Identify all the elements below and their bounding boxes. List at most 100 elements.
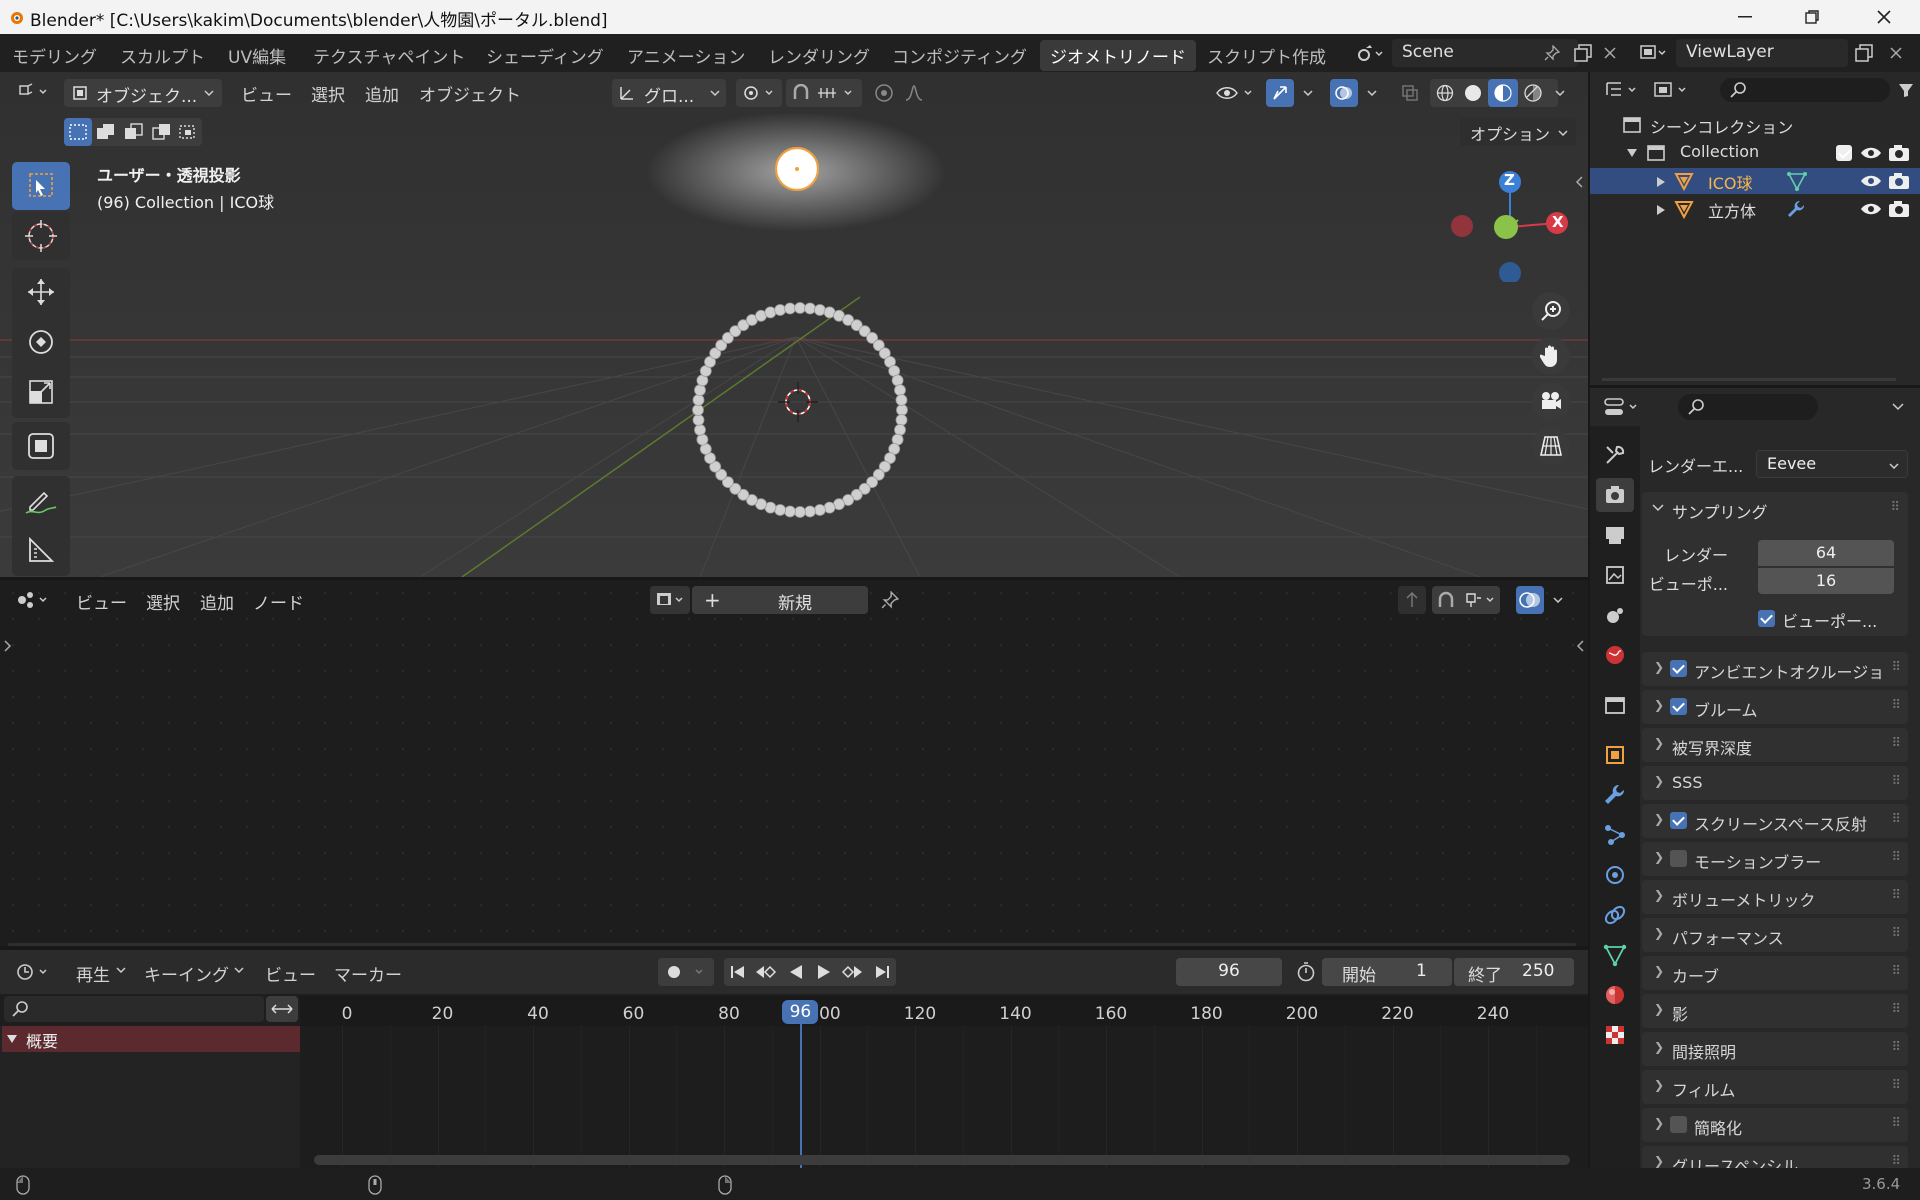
filter-icon[interactable] — [1894, 78, 1918, 102]
panel-header[interactable]: ❯ 影 ⠿ — [1642, 994, 1908, 1028]
menu-playback[interactable]: 再生 — [76, 961, 110, 986]
node-snap-element-icon[interactable] — [1460, 586, 1500, 614]
panel-enable-checkbox[interactable] — [1670, 812, 1687, 829]
constraints-tab-icon[interactable] — [1596, 898, 1634, 932]
next-keyframe-icon[interactable] — [838, 958, 866, 986]
cursor-tool[interactable] — [12, 212, 70, 260]
tab-geometry-nodes[interactable]: ジオメトリノード — [1040, 40, 1196, 71]
tab-texture-paint[interactable]: テクスチャペイント — [313, 43, 465, 68]
select-intersect-icon[interactable] — [176, 118, 202, 146]
collection-tab-icon[interactable] — [1596, 688, 1634, 722]
playhead-frame-indicator[interactable]: 96 — [782, 1000, 819, 1024]
triangle-right-icon[interactable] — [1656, 204, 1666, 216]
object-tab-icon[interactable] — [1596, 738, 1634, 772]
wireframe-shading-icon[interactable] — [1434, 83, 1456, 103]
modifier-tab-icon[interactable] — [1596, 778, 1634, 812]
pin-icon[interactable] — [1542, 43, 1562, 63]
node-menu-select[interactable]: 選択 — [146, 589, 180, 614]
panel-header[interactable]: ❯ 間接照明 ⠿ — [1642, 1032, 1908, 1066]
mode-selector[interactable]: オブジェク... — [64, 79, 222, 107]
drag-grip-icon[interactable]: ⠿ — [1891, 964, 1900, 979]
drag-grip-icon[interactable]: ⠿ — [1891, 660, 1900, 675]
world-tab-icon[interactable] — [1596, 638, 1634, 672]
outliner-editor-type-icon[interactable] — [1602, 76, 1644, 104]
particles-tab-icon[interactable] — [1596, 818, 1634, 852]
panel-enable-checkbox[interactable] — [1670, 660, 1687, 677]
drag-grip-icon[interactable]: ⠿ — [1891, 1002, 1900, 1017]
wrench-modifier-icon[interactable] — [1786, 199, 1808, 219]
tab-compositing[interactable]: コンポジティング — [892, 43, 1027, 68]
parent-node-tree-icon[interactable] — [1398, 586, 1426, 614]
navigation-gizmo[interactable]: Z X — [1440, 162, 1580, 282]
chevron-down-icon[interactable] — [1886, 394, 1910, 420]
select-subtract-icon[interactable] — [120, 118, 148, 146]
drag-grip-icon[interactable]: ⠿ — [1891, 1154, 1900, 1169]
panel-header[interactable]: ❯ SSS ⠿ — [1642, 766, 1908, 800]
timeline-editor-type-icon[interactable] — [12, 959, 56, 985]
current-frame-field[interactable]: 96 — [1176, 958, 1282, 986]
snap-toggle[interactable] — [786, 79, 862, 107]
tool-tab-icon[interactable] — [1596, 438, 1634, 472]
mesh-data-icon[interactable] — [1786, 171, 1808, 191]
new-scene-icon[interactable] — [1570, 40, 1596, 66]
auto-keying-toggle[interactable] — [658, 958, 714, 986]
exclude-checkbox[interactable] — [1836, 145, 1852, 161]
3d-viewport[interactable]: オブジェク... ビュー 選択 追加 オブジェクト グロ... オプション ユー… — [0, 72, 1588, 577]
outliner-row-cube[interactable]: 立方体 — [1590, 196, 1920, 222]
delete-viewlayer-icon[interactable] — [1882, 40, 1910, 66]
select-invert-icon[interactable] — [148, 118, 176, 146]
panel-enable-checkbox[interactable] — [1670, 698, 1687, 715]
material-tab-icon[interactable] — [1596, 978, 1634, 1012]
restore-icon[interactable] — [1792, 6, 1832, 28]
select-box-tool[interactable] — [12, 162, 70, 210]
display-mode-icon[interactable] — [1650, 76, 1696, 104]
render-tab-icon[interactable] — [1596, 478, 1634, 512]
tab-shading[interactable]: シェーディング — [486, 43, 604, 68]
camera-render-icon[interactable] — [1888, 144, 1910, 162]
drag-grip-icon[interactable]: ⠿ — [1891, 1078, 1900, 1093]
menu-add[interactable]: 追加 — [365, 81, 399, 106]
outliner-search-input[interactable] — [1720, 78, 1890, 102]
drag-grip-icon[interactable]: ⠿ — [1890, 500, 1900, 515]
panel-header[interactable]: ❯ 被写界深度 ⠿ — [1642, 728, 1908, 762]
overlays-toggle-icon[interactable] — [1330, 79, 1358, 107]
outliner-row-scene-collection[interactable]: シーンコレクション — [1590, 112, 1920, 138]
node-tree-browse-icon[interactable] — [650, 586, 690, 614]
panel-header[interactable]: ❯ モーションブラー ⠿ — [1642, 842, 1908, 876]
rendered-shading-icon[interactable] — [1522, 83, 1544, 103]
scene-name-field[interactable]: Scene — [1392, 39, 1578, 67]
frame-start-field[interactable]: 開始 1 — [1322, 958, 1452, 986]
pivot-point[interactable] — [736, 79, 782, 107]
frame-ruler[interactable]: 0 20 40 60 80 100 120 140 160 180 200 220 240 — [300, 996, 1588, 1026]
delete-scene-icon[interactable] — [1598, 40, 1622, 66]
timeline-editor[interactable]: 再生 キーイング ビュー マーカー 96 開始 1 終了 250 概要 0 20… — [0, 950, 1588, 1168]
transform-orientation[interactable]: グロ... — [612, 79, 726, 107]
tab-modeling[interactable]: モデリング — [12, 43, 97, 68]
render-samples-field[interactable]: 64 — [1758, 540, 1894, 566]
close-icon[interactable] — [1864, 6, 1904, 28]
play-icon[interactable] — [810, 958, 838, 986]
chevron-down-icon[interactable] — [1296, 79, 1320, 107]
texture-tab-icon[interactable] — [1596, 1018, 1634, 1052]
xray-icon[interactable] — [1396, 79, 1424, 107]
node-menu-view[interactable]: ビュー — [76, 589, 127, 614]
drag-grip-icon[interactable]: ⠿ — [1891, 1040, 1900, 1055]
viewlayer-selector-icon[interactable] — [1634, 40, 1672, 66]
scene-selector-icon[interactable] — [1350, 42, 1390, 66]
summary-channel[interactable]: 概要 — [2, 1026, 300, 1052]
view-layer-tab-icon[interactable] — [1596, 558, 1634, 592]
node-menu-add[interactable]: 追加 — [200, 589, 234, 614]
viewlayer-name-field[interactable]: ViewLayer — [1676, 39, 1848, 67]
gizmo-toggle-icon[interactable] — [1266, 79, 1294, 107]
menu-view[interactable]: ビュー — [265, 961, 316, 986]
chevron-down-icon[interactable] — [1548, 79, 1572, 107]
play-reverse-icon[interactable] — [782, 958, 810, 986]
jump-start-icon[interactable] — [724, 958, 752, 986]
solid-shading-icon[interactable] — [1462, 83, 1484, 103]
timeline-scrollbar[interactable] — [314, 1155, 1570, 1165]
jump-end-icon[interactable] — [868, 958, 896, 986]
render-engine-dropdown[interactable]: Eevee — [1756, 450, 1908, 478]
horizontal-scrollbar[interactable] — [8, 943, 1576, 946]
sync-arrows-icon[interactable] — [266, 996, 298, 1022]
minimize-icon[interactable] — [1725, 6, 1765, 28]
